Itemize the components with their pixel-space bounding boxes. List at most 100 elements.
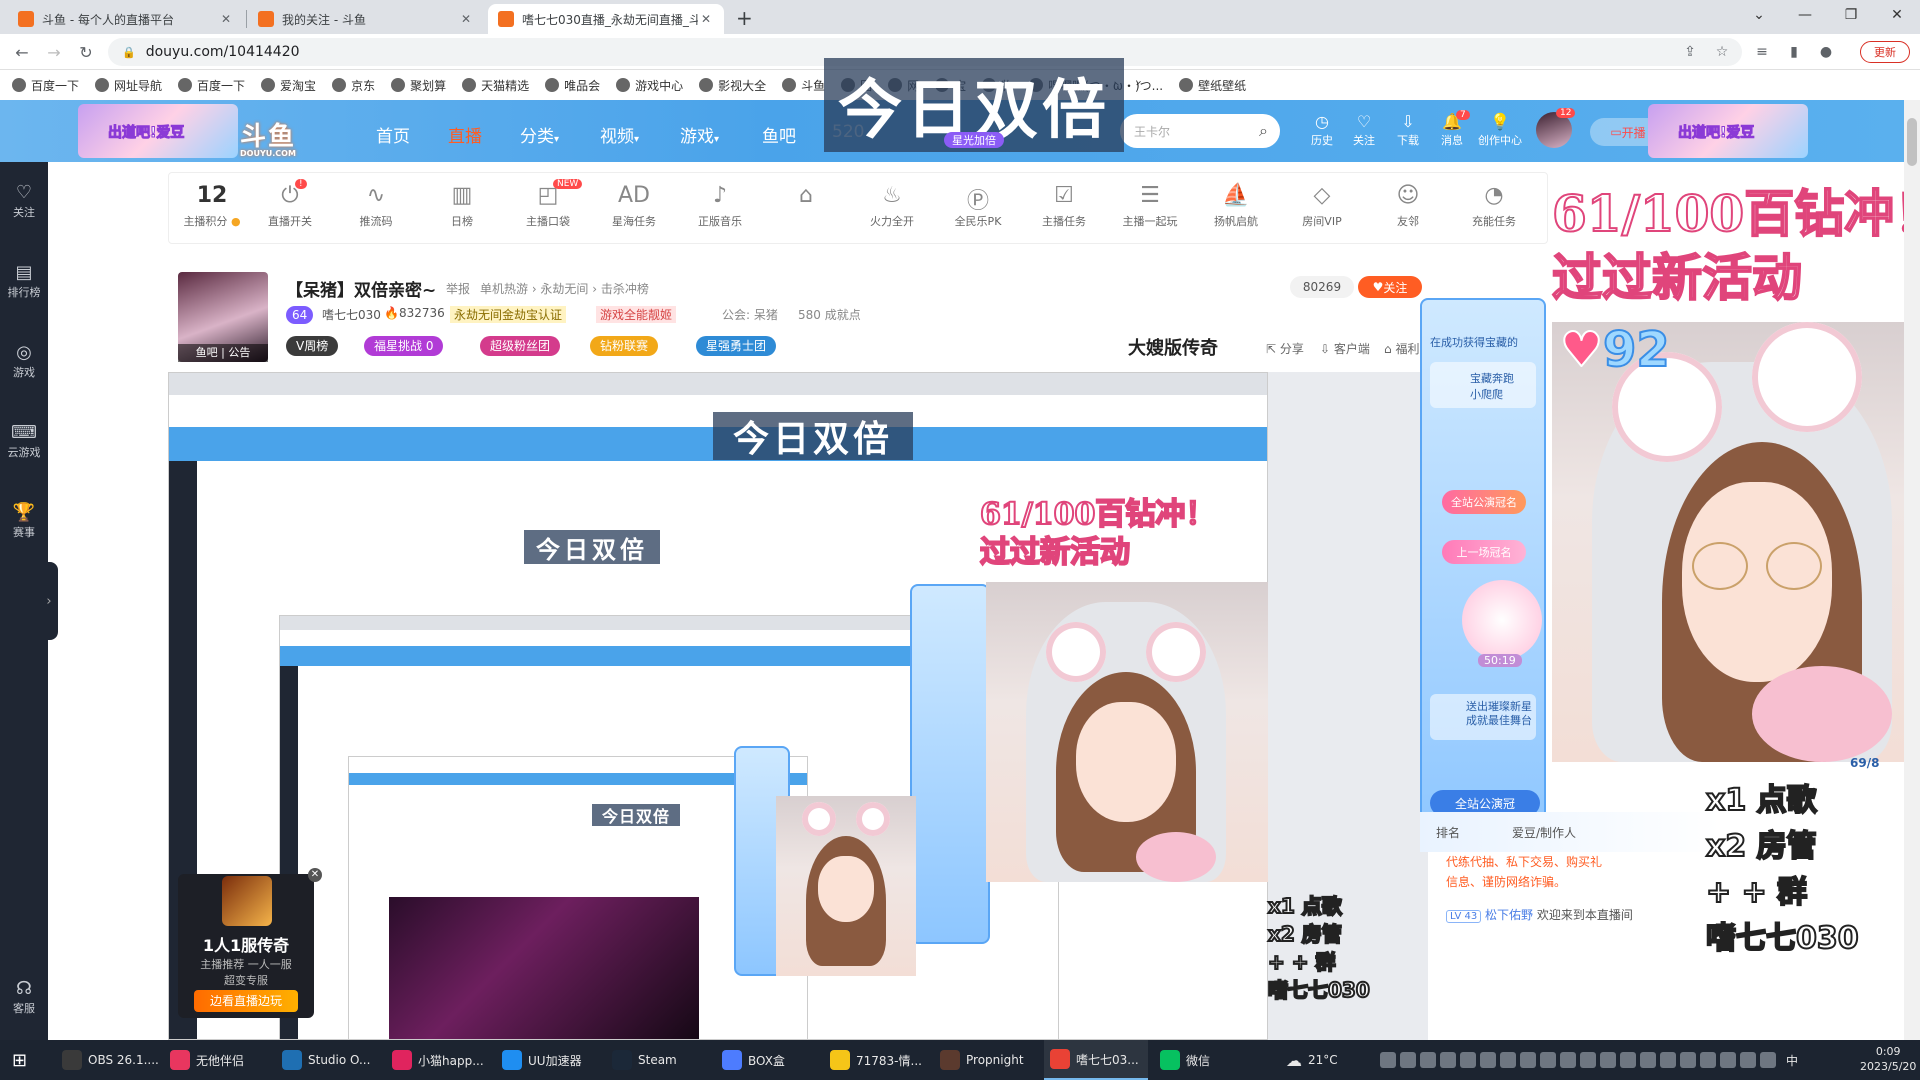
taskbar-app[interactable]: Steam — [606, 1040, 710, 1080]
taskbar-app[interactable]: 小猫happ... — [386, 1040, 490, 1080]
bookmark-item[interactable]: 影视大全 — [699, 77, 766, 94]
new-tab-icon[interactable]: + — [736, 6, 753, 30]
minimize-icon[interactable]: — — [1782, 0, 1828, 30]
message-button[interactable]: 🔔 消息 7 — [1432, 110, 1472, 148]
tool-item[interactable]: Ⓟ 全民乐PK — [943, 183, 1013, 229]
sidebar-item-service[interactable]: ☊ 客服 — [0, 978, 48, 1016]
ime-indicator[interactable]: 中 — [1786, 1040, 1798, 1080]
taskbar-app[interactable]: Propnight — [934, 1040, 1038, 1080]
bookmark-item[interactable]: 百度一下 — [178, 77, 245, 94]
tray-icon[interactable] — [1480, 1052, 1496, 1068]
scrollbar-thumb[interactable] — [1907, 118, 1917, 166]
gift-row[interactable]: 宝藏奔跑 小爬爬 — [1430, 362, 1536, 408]
chat-username[interactable]: 松下佑野 — [1485, 908, 1533, 922]
nav-yuba[interactable]: 鱼吧 — [762, 122, 796, 147]
tool-item[interactable]: ♨ 火力全开 — [857, 183, 927, 229]
tray-icon[interactable] — [1760, 1052, 1776, 1068]
room-tag[interactable]: 超级粉丝团 — [480, 336, 561, 356]
tool-item[interactable]: ◔ 充能任务 — [1459, 183, 1529, 229]
tray-icon[interactable] — [1420, 1052, 1436, 1068]
bookmark-item[interactable]: 聚划算 — [391, 77, 446, 94]
sidebar-collapse-toggle[interactable]: › — [40, 562, 58, 640]
tray-icon[interactable] — [1460, 1052, 1476, 1068]
history-button[interactable]: ◷ 历史 — [1302, 112, 1342, 148]
search-input[interactable]: 王卡尔 ⌕ — [1120, 114, 1280, 148]
tray-icon[interactable] — [1580, 1052, 1596, 1068]
sidebar-item-rank[interactable]: ▤ 排行榜 — [0, 262, 48, 300]
bookmark-item[interactable]: 天猫精选 — [462, 77, 529, 94]
avatar[interactable]: 12 — [1536, 108, 1576, 148]
clock[interactable]: 0:09 2023/5/20 — [1860, 1044, 1916, 1074]
tray-icon[interactable] — [1740, 1052, 1756, 1068]
tray-icon[interactable] — [1500, 1052, 1516, 1068]
tray-icon[interactable] — [1640, 1052, 1656, 1068]
tool-item[interactable]: ☺ 友邻 — [1373, 183, 1443, 229]
breadcrumb[interactable]: 单机热游 › 永劫无间 › 击杀冲榜 — [480, 280, 649, 297]
tool-item[interactable]: ⏻ 直播开关! — [255, 179, 325, 229]
taskbar-app[interactable]: OBS 26.1.... — [56, 1040, 160, 1080]
tray-icon[interactable] — [1680, 1052, 1696, 1068]
tool-item[interactable]: ☑ 主播任务 — [1029, 183, 1099, 229]
ad-play-button[interactable]: 边看直播边玩 — [194, 990, 298, 1012]
room-tag[interactable]: 福星挑战 0 — [364, 336, 444, 356]
tool-item[interactable]: ◰ 主播口袋 NEW — [513, 179, 583, 229]
update-button[interactable]: 更新 — [1860, 41, 1910, 63]
cert-badge-2[interactable]: 游戏全能靓姬 — [596, 306, 677, 323]
tray-icon[interactable] — [1620, 1052, 1636, 1068]
gift-button[interactable]: 上一场冠名 — [1442, 540, 1526, 564]
profile-icon[interactable]: ● — [1816, 42, 1836, 62]
tray-icon[interactable] — [1560, 1052, 1576, 1068]
bookmark-item[interactable]: 壁纸壁纸 — [1179, 77, 1246, 94]
weather-widget[interactable]: ☁ 21°C — [1286, 1040, 1338, 1080]
tool-item[interactable]: ☰ 主播一起玩 — [1115, 183, 1185, 229]
gift-button[interactable]: 全站公演冠名 — [1442, 490, 1526, 514]
taskbar-app[interactable]: 71783-情... — [824, 1040, 928, 1080]
tray-icon[interactable] — [1600, 1052, 1616, 1068]
browser-tab-active[interactable]: 嗜七七030直播_永劫无间直播_斗 ✕ — [488, 4, 724, 34]
restore-icon[interactable]: ❐ — [1828, 0, 1874, 30]
tool-item[interactable]: ◇ 房间VIP — [1287, 183, 1357, 229]
back-icon[interactable]: ← — [10, 40, 34, 64]
live-video-player[interactable]: 今日双倍 今日双倍 今日双倍 61/100百钻冲！过过新活动 61/100百钻冲… — [168, 372, 1428, 1040]
share-link[interactable]: ⇱ 分享 — [1266, 340, 1304, 357]
taskbar-app[interactable]: UU加速器 — [496, 1040, 600, 1080]
bookmark-item[interactable]: 网址导航 — [95, 77, 162, 94]
game-ad[interactable]: 1人1服传奇 主播推荐 一人一服 超变专服 边看直播边玩 — [178, 874, 314, 1018]
rank-bar[interactable]: 排名 爱豆/制作人 — [1420, 812, 1720, 852]
welfare-link[interactable]: ⌂ 福利 — [1384, 340, 1419, 357]
room-tag[interactable]: 钻粉联赛 — [590, 336, 659, 356]
star-icon[interactable]: ☆ — [1712, 42, 1732, 62]
side-panel-icon[interactable]: ▮ — [1784, 42, 1804, 62]
report-link[interactable]: 举报 — [446, 280, 470, 297]
search-icon[interactable]: ⌕ — [1259, 121, 1268, 141]
taskbar-app[interactable]: 无他伴侣 — [164, 1040, 268, 1080]
streamer-avatar[interactable]: 鱼吧 | 公告 — [178, 272, 268, 362]
tool-item[interactable]: ▥ 日榜 — [427, 183, 497, 229]
tool-item[interactable]: ∿ 推流码 — [341, 183, 411, 229]
bookmark-item[interactable]: 游戏中心 — [616, 77, 683, 94]
tool-item[interactable]: ⛵ 扬帆启航 — [1201, 183, 1271, 229]
taskbar-app[interactable]: 微信 — [1154, 1040, 1258, 1080]
gift-hint-row[interactable]: 送出璀璨新星 成就最佳舞台 — [1430, 694, 1536, 740]
page-scrollbar[interactable] — [1904, 100, 1920, 1040]
tool-score[interactable]: 12 主播积分 ● — [177, 183, 247, 229]
tray-icon[interactable] — [1520, 1052, 1536, 1068]
nav-home[interactable]: 首页 — [376, 122, 410, 147]
bookmark-item[interactable]: 斗鱼 — [782, 77, 825, 94]
nav-live[interactable]: 直播 — [448, 122, 482, 147]
taskbar-app[interactable]: 嗜七七03... — [1044, 1040, 1148, 1080]
douyu-logo[interactable]: 斗鱼 DOUYU.COM — [240, 116, 296, 158]
creator-button[interactable]: 💡 创作中心 — [1476, 112, 1524, 148]
tool-item[interactable]: ⌂ — [771, 183, 841, 213]
client-link[interactable]: ⇩ 客户端 — [1320, 340, 1370, 357]
avatar-label[interactable]: 鱼吧 | 公告 — [178, 344, 268, 362]
close-icon[interactable]: ✕ — [218, 12, 234, 26]
tray-icon[interactable] — [1400, 1052, 1416, 1068]
taskbar-app[interactable]: BOX盒 — [716, 1040, 820, 1080]
nav-category[interactable]: 分类▾ — [520, 122, 559, 147]
reload-icon[interactable]: ↻ — [74, 40, 98, 64]
sidebar-item-match[interactable]: 🏆 赛事 — [0, 502, 48, 540]
nav-game[interactable]: 游戏▾ — [680, 122, 719, 147]
tray-icon[interactable] — [1700, 1052, 1716, 1068]
streamer-name[interactable]: 嗜七七030 — [322, 306, 381, 323]
